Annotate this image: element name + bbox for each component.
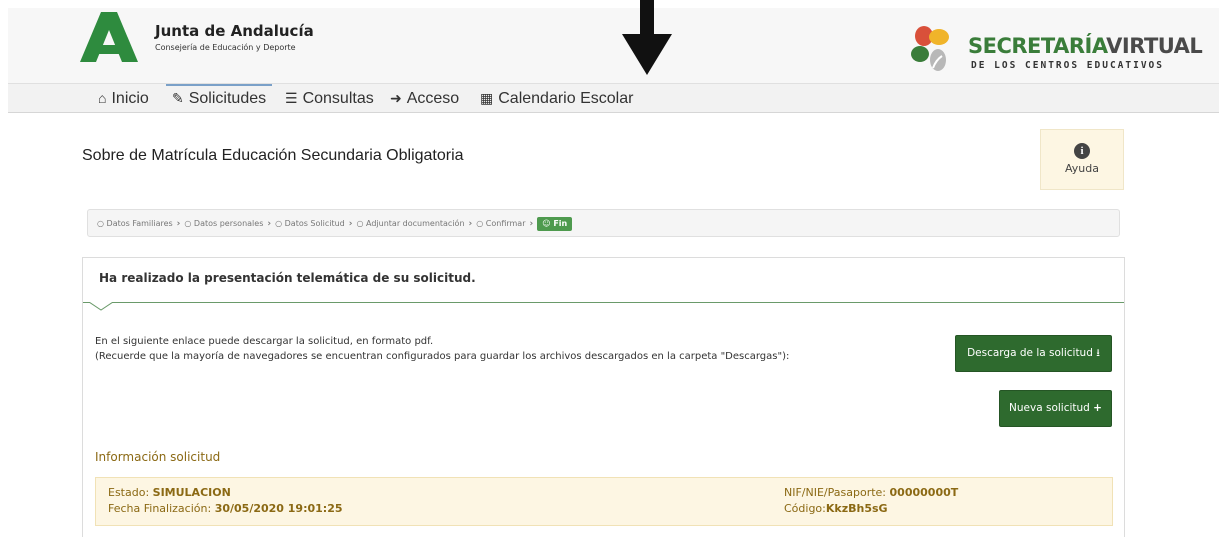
down-arrow-icon <box>622 0 672 75</box>
help-button[interactable]: i Ayuda <box>1040 129 1124 190</box>
download-button-label: Descarga de la solicitud <box>967 347 1093 359</box>
nav-inicio-label: Inicio <box>111 90 149 107</box>
estado-row: Estado: SIMULACION <box>108 486 231 499</box>
sign-in-icon: ➜ <box>390 90 402 106</box>
breadcrumb-step: ○ Datos personales <box>184 219 264 228</box>
chevron-right-icon: › <box>176 219 181 229</box>
info-icon: i <box>1074 143 1090 159</box>
nav-acceso[interactable]: ➜ Acceso <box>390 84 459 113</box>
codigo-label: Código: <box>784 502 826 515</box>
breadcrumb-final-label: Fin <box>553 219 568 228</box>
panel-heading: Ha realizado la presentación telemática … <box>99 271 476 285</box>
site-header: Junta de Andalucía Consejería de Educaci… <box>8 8 1219 83</box>
new-button-label: Nueva solicitud <box>1009 402 1090 414</box>
breadcrumb-step-label: Confirmar <box>485 219 526 228</box>
estado-value: SIMULACION <box>152 486 231 499</box>
main-nav: ⌂ Inicio ✎ Solicitudes ☰ Consultas ➜ Acceso … <box>8 83 1219 113</box>
breadcrumb-step-label: Datos Familiares <box>106 219 173 228</box>
chevron-right-icon: › <box>468 219 473 229</box>
nif-value: 00000000T <box>889 486 959 499</box>
info-box: Estado: SIMULACION Fecha Finalización: 3… <box>95 477 1113 526</box>
help-label: Ayuda <box>1065 162 1099 175</box>
nav-consultas[interactable]: ☰ Consultas <box>285 84 374 113</box>
nav-acceso-label: Acceso <box>406 90 460 107</box>
nif-row: NIF/NIE/Pasaporte: 00000000T <box>784 486 958 499</box>
breadcrumb-step-label: Datos personales <box>193 219 264 228</box>
download-hint-text: (Recuerde que la mayoría de navegadores … <box>95 351 790 362</box>
brand-title-dark: VIRTUAL <box>1106 34 1203 58</box>
org-name[interactable]: Junta de Andalucía <box>155 22 314 40</box>
brand-title: SECRETARÍAVIRTUAL <box>968 34 1203 58</box>
nav-solicitudes[interactable]: ✎ Solicitudes <box>166 84 273 113</box>
info-section-title: Información solicitud <box>95 450 221 464</box>
junta-andalucia-logo <box>80 12 138 62</box>
breadcrumb-step: ○ Datos Familiares <box>97 219 173 228</box>
nav-calendario-label: Calendario Escolar <box>498 90 634 107</box>
plus-icon: + <box>1093 402 1102 414</box>
codigo-value: KkzBh5sG <box>825 502 888 515</box>
pencil-icon: ✎ <box>172 90 184 106</box>
home-icon: ⌂ <box>98 90 107 106</box>
list-icon: ☰ <box>285 90 298 106</box>
brand-title-green: SECRETARÍA <box>968 34 1107 58</box>
chevron-right-icon: › <box>529 219 534 229</box>
nav-calendario[interactable]: ▦ Calendario Escolar <box>480 84 633 113</box>
nav-solicitudes-label: Solicitudes <box>188 90 267 107</box>
panel-chevron-icon <box>89 302 113 311</box>
new-request-button[interactable]: Nueva solicitud + <box>999 390 1112 427</box>
chevron-right-icon: › <box>267 219 272 229</box>
breadcrumb-step: ○ Confirmar <box>476 219 526 228</box>
codigo-row: Código:KkzBh5sG <box>784 502 888 515</box>
nav-inicio[interactable]: ⌂ Inicio <box>98 84 149 113</box>
estado-label: Estado: <box>108 486 153 499</box>
download-request-button[interactable]: Descarga de la solicitud ⭳ <box>955 335 1112 372</box>
page-title: Sobre de Matrícula Educación Secundaria … <box>82 147 464 164</box>
nif-label: NIF/NIE/Pasaporte: <box>784 486 890 499</box>
fecha-row: Fecha Finalización: 30/05/2020 19:01:25 <box>108 502 343 515</box>
breadcrumb-step: ○ Datos Solicitud <box>275 219 345 228</box>
secretaria-virtual-logo-icon <box>911 26 949 71</box>
fecha-value: 30/05/2020 19:01:25 <box>214 502 343 515</box>
download-icon: ⭳ <box>1096 347 1100 359</box>
result-panel: Ha realizado la presentación telemática … <box>82 257 1125 537</box>
nav-consultas-label: Consultas <box>302 90 374 107</box>
chevron-right-icon: › <box>348 219 353 229</box>
page: Junta de Andalucía Consejería de Educaci… <box>0 0 1219 537</box>
calendar-icon: ▦ <box>480 90 494 106</box>
panel-header: Ha realizado la presentación telemática … <box>83 258 1124 303</box>
breadcrumb-step-label: Datos Solicitud <box>284 219 345 228</box>
breadcrumb-step: ○ Adjuntar documentación <box>356 219 465 228</box>
org-subtitle: Consejería de Educación y Deporte <box>155 43 296 52</box>
download-info-text: En el siguiente enlace puede descargar l… <box>95 336 434 347</box>
breadcrumb-step-label: Adjuntar documentación <box>366 219 465 228</box>
breadcrumb-final-step: ☺ Fin <box>537 217 573 231</box>
brand-subtitle: DE LOS CENTROS EDUCATIVOS <box>971 60 1164 71</box>
breadcrumb: ○ Datos Familiares › ○ Datos personales › ○ … <box>87 209 1120 237</box>
fecha-label: Fecha Finalización: <box>108 502 215 515</box>
